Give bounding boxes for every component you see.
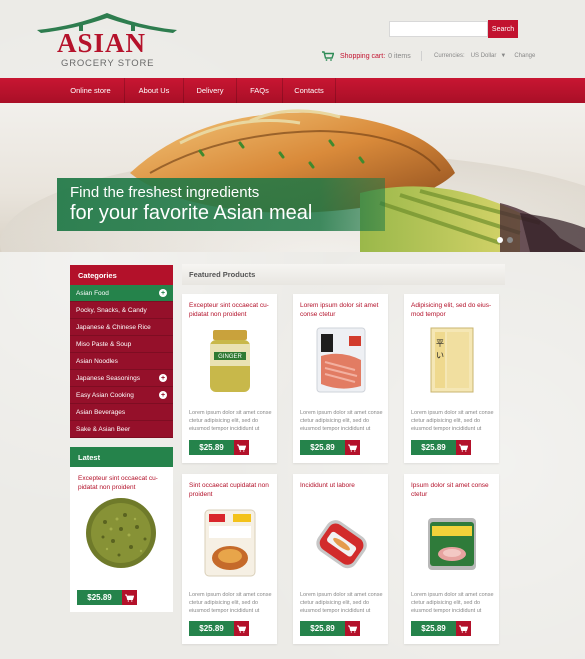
category-item-sake-asian-beer[interactable]: Sake & Asian Beer [70,421,173,438]
currency-change-link[interactable]: Change [514,53,535,59]
cart-count: 0 items [388,52,411,60]
add-to-cart-icon[interactable] [122,590,137,605]
tea-leaves-image[interactable] [85,497,157,569]
product-card: Incididunt ut labore Lorem ipsum dolor s… [293,474,388,644]
category-item-pocky-snacks-candy[interactable]: Pocky, Snacks, & Candy [70,302,173,319]
currency-value[interactable]: US Dollar [471,53,497,59]
currency-label: Currencies: [434,53,465,59]
chevron-down-icon[interactable]: ▼ [500,53,506,59]
price-label: $25.89 [411,440,456,455]
featured-products-heading: Featured Products [182,264,505,285]
svg-text:い: い [436,351,444,360]
svg-text:平: 平 [436,339,444,348]
price-button[interactable]: $25.89 [411,621,471,636]
add-to-cart-icon[interactable] [234,621,249,636]
ginger-jar-image[interactable]: GINGER [207,328,253,394]
price-label: $25.89 [189,621,234,636]
category-item-japanese-chinese-rice[interactable]: Japanese & Chinese Rice [70,319,173,336]
plus-icon[interactable]: + [159,391,167,399]
noodle-pack-image[interactable] [315,326,367,394]
nav-item-about-us[interactable]: About Us [125,78,184,103]
search-input[interactable] [389,21,488,37]
product-title[interactable]: Ipsum dolor sit amet conse ctetur [411,481,495,499]
categories-list: Asian Food + Pocky, Snacks, & Candy Japan… [70,285,173,438]
sardine-tin-image[interactable] [308,512,374,578]
price-button[interactable]: $25.89 [300,621,360,636]
product-title[interactable]: Excepteur sint occaecat cu-pidatat non p… [189,301,273,319]
product-card: Ipsum dolor sit amet conse ctetur Lorem … [404,474,499,644]
category-item-japanese-seasonings[interactable]: Japanese Seasonings + [70,370,173,387]
logo-subtitle: GROCERY STORE [61,58,155,69]
latest-product: Excepteur sint occaecat cu-pidatat non p… [70,467,173,612]
add-to-cart-icon[interactable] [345,621,360,636]
add-to-cart-icon[interactable] [456,440,471,455]
category-item-asian-food[interactable]: Asian Food + [70,285,173,302]
logo-title: ASIAN [57,28,147,58]
price-label: $25.89 [77,590,122,605]
main-nav: Online store About Us Delivery FAQs Cont… [0,78,585,103]
add-to-cart-icon[interactable] [234,440,249,455]
nav-item-contacts[interactable]: Contacts [283,78,336,103]
fortune-can-image[interactable] [426,514,478,574]
svg-text:GINGER: GINGER [218,354,242,360]
category-item-asian-beverages[interactable]: Asian Beverages [70,404,173,421]
price-button[interactable]: $25.89 [189,440,249,455]
category-item-miso-paste-soup[interactable]: Miso Paste & Soup [70,336,173,353]
product-title[interactable]: Incididunt ut labore [300,481,384,490]
category-item-asian-noodles[interactable]: Asian Noodles [70,353,173,370]
price-label: $25.89 [300,440,345,455]
site-header: ASIAN GROCERY STORE Search Shopping cart… [0,0,585,78]
product-title[interactable]: Lorem ipsum dolor sit amet conse ctetur [300,301,384,319]
product-description: Lorem ipsum dolor sit amet conse ctetur … [300,592,383,614]
price-label: $25.89 [300,621,345,636]
latest-heading: Latest [70,447,173,467]
divider [421,51,422,61]
product-description: Lorem ipsum dolor sit amet conse ctetur … [300,410,383,432]
banner-headline-1: Find the freshest ingredients [70,184,260,201]
add-to-cart-icon[interactable] [456,621,471,636]
product-description: Lorem ipsum dolor sit amet conse ctetur … [189,592,272,614]
hero-banner[interactable]: Find the freshest ingredients for your f… [0,103,585,252]
add-to-cart-icon[interactable] [345,440,360,455]
nav-item-faqs[interactable]: FAQs [237,78,283,103]
cart-icon [322,51,334,61]
nav-item-online-store[interactable]: Online store [57,78,125,103]
plus-icon[interactable]: + [159,289,167,297]
dried-noodles-image[interactable]: 平 い [429,326,475,394]
product-description: Lorem ipsum dolor sit amet conse ctetur … [189,410,272,432]
logo[interactable]: ASIAN GROCERY STORE [35,10,180,70]
category-item-easy-asian-cooking[interactable]: Easy Asian Cooking + [70,387,173,404]
categories-heading: Categories [70,265,173,285]
search-button[interactable]: Search [488,20,518,38]
price-button[interactable]: $25.89 [189,621,249,636]
product-title[interactable]: Sint occaecat cupidatat non proident [189,481,273,499]
product-card: Sint occaecat cupidatat non proident Lor… [182,474,277,644]
cart-label: Shopping cart: [340,52,386,60]
slider-dot-2[interactable] [507,237,513,243]
product-title[interactable]: Adipisicing elit, sed do eius-mod tempor [411,301,495,319]
product-description: Lorem ipsum dolor sit amet conse ctetur … [411,592,494,614]
plus-icon[interactable]: + [159,374,167,382]
nav-item-delivery[interactable]: Delivery [184,78,237,103]
product-card: Lorem ipsum dolor sit amet conse ctetur … [293,294,388,463]
product-description: Lorem ipsum dolor sit amet conse ctetur … [411,410,494,432]
product-card: Adipisicing elit, sed do eius-mod tempor… [404,294,499,463]
product-card: Excepteur sint occaecat cu-pidatat non p… [182,294,277,463]
price-label: $25.89 [411,621,456,636]
currency-selector[interactable]: Currencies: US Dollar ▼ Change [421,51,535,61]
slider-dot-1[interactable] [497,237,503,243]
shopping-cart[interactable]: Shopping cart: 0 items [322,50,411,62]
price-label: $25.89 [189,440,234,455]
banner-headline-2: for your favorite Asian meal [70,202,313,224]
latest-price-button[interactable]: $25.89 [77,590,137,605]
price-button[interactable]: $25.89 [300,440,360,455]
curry-pack-image[interactable] [203,508,257,578]
latest-product-title[interactable]: Excepteur sint occaecat cu-pidatat non p… [78,474,170,492]
price-button[interactable]: $25.89 [411,440,471,455]
